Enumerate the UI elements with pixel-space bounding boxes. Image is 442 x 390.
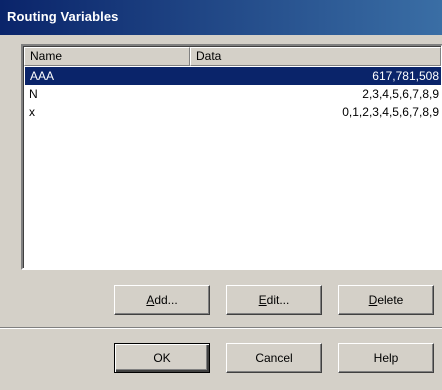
delete-label: elete xyxy=(377,293,404,307)
routing-variables-dialog: Routing Variables Name Data AAA 617,781,… xyxy=(0,0,442,390)
delete-button[interactable]: Delete xyxy=(338,285,434,315)
list-row-x[interactable]: x 0,1,2,3,4,5,6,7,8,9 xyxy=(24,103,441,121)
title-bar[interactable]: Routing Variables xyxy=(0,0,442,35)
list-row-n[interactable]: N 2,3,4,5,6,7,8,9 xyxy=(24,85,441,103)
ok-button[interactable]: OK xyxy=(114,343,210,373)
variable-name: AAA xyxy=(30,69,55,83)
add-label: dd... xyxy=(154,293,178,307)
variable-name: N xyxy=(29,87,38,101)
separator xyxy=(0,327,442,329)
variable-data: 2,3,4,5,6,7,8,9 xyxy=(362,87,439,101)
variable-data: 617,781,508 xyxy=(372,69,439,83)
add-button[interactable]: Add... xyxy=(114,285,210,315)
edit-button[interactable]: Edit... xyxy=(226,285,322,315)
edit-label: dit... xyxy=(266,293,290,307)
cancel-button[interactable]: Cancel xyxy=(226,343,322,373)
column-header-name[interactable]: Name xyxy=(24,47,190,66)
list-row-aaa[interactable]: AAA 617,781,508 xyxy=(25,67,441,85)
column-header-data[interactable]: Data xyxy=(190,47,441,66)
variables-list[interactable]: Name Data AAA 617,781,508 N 2,3,4,5,6,7,… xyxy=(21,44,442,270)
window-title: Routing Variables xyxy=(7,9,119,24)
variable-data: 0,1,2,3,4,5,6,7,8,9 xyxy=(342,105,439,119)
delete-accelerator: D xyxy=(368,293,378,307)
help-button[interactable]: Help xyxy=(338,343,434,373)
variable-name: x xyxy=(29,105,35,119)
edit-accelerator: E xyxy=(258,293,267,307)
list-header: Name Data xyxy=(24,47,441,66)
